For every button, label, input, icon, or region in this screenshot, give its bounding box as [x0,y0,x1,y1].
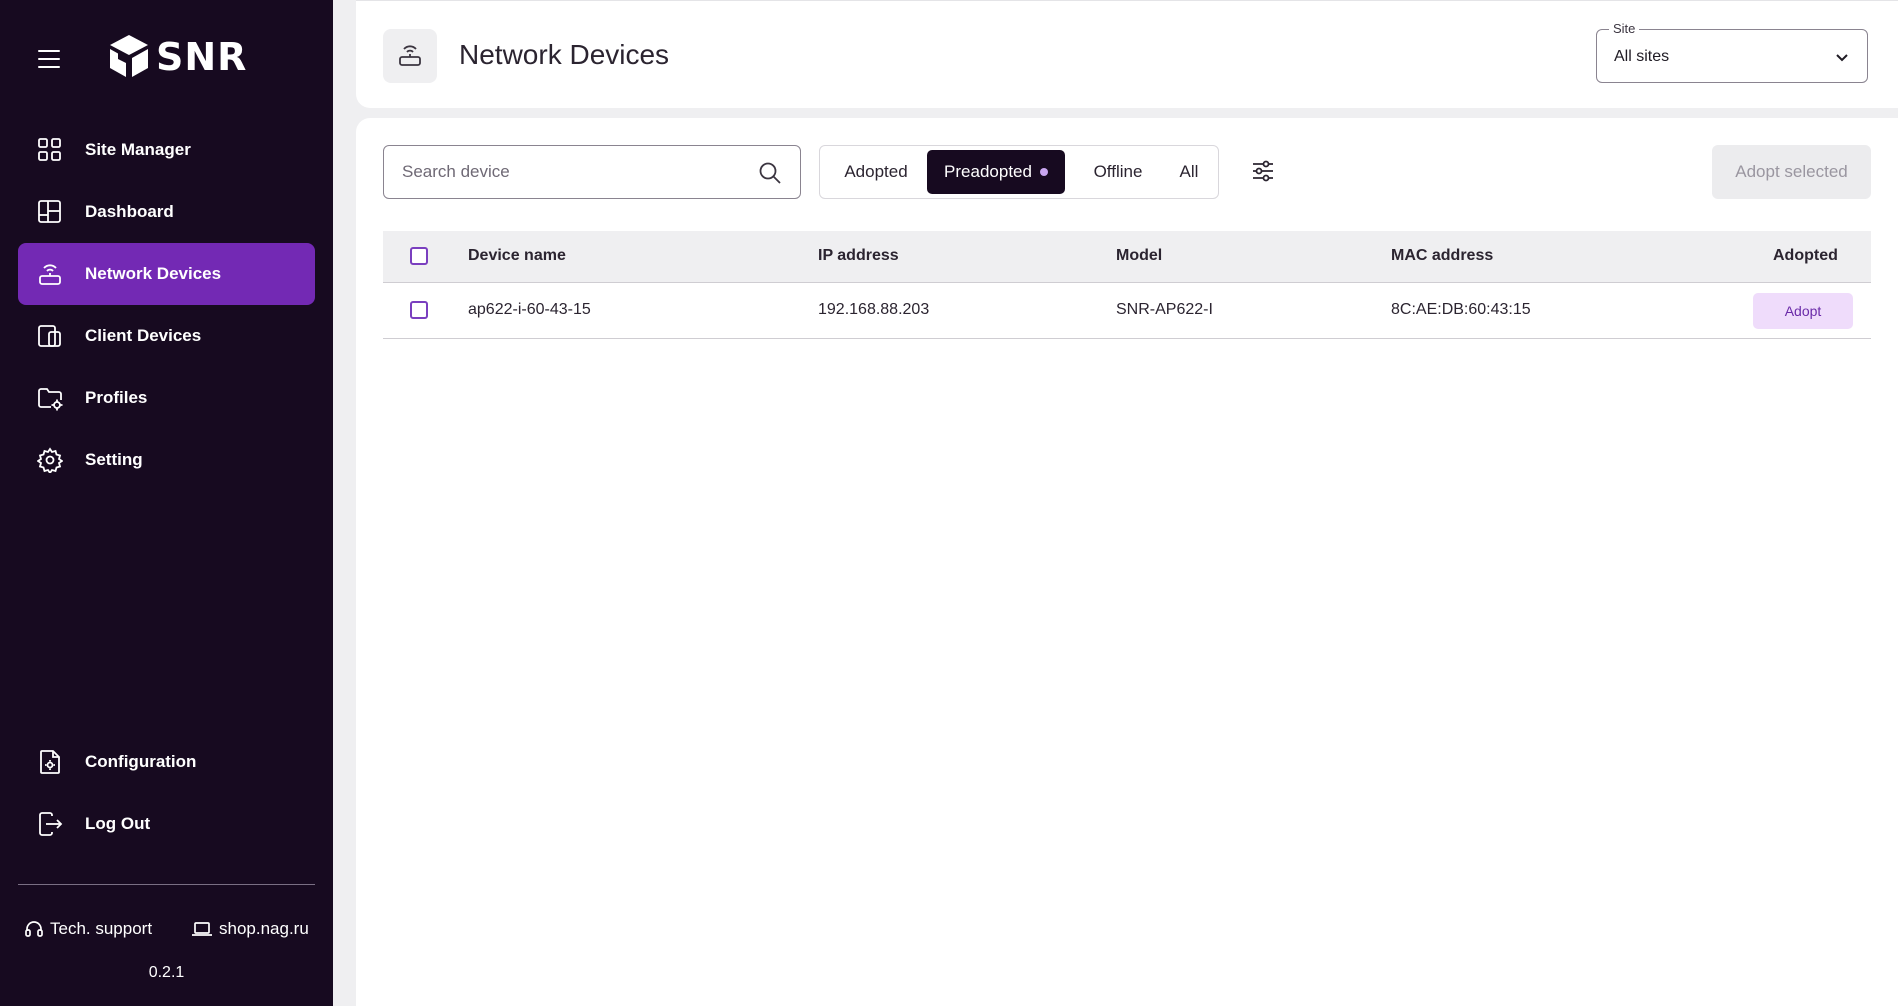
tech-support-label: Tech. support [50,919,153,938]
filter-tab-offline[interactable]: Offline [1070,150,1166,194]
router-icon [399,45,421,66]
sidebar-divider [18,884,315,885]
filter-tab-adopted[interactable]: Adopted [824,150,928,194]
gear-icon [37,447,63,473]
column-header-device-name[interactable]: Device name [468,247,566,265]
dashboard-icon [38,200,61,223]
folder-gear-icon [38,388,63,411]
site-select-label: Site [1609,21,1640,36]
devices-icon [38,325,61,347]
file-gear-icon [40,750,60,774]
snr-logo-icon [110,35,148,77]
adopt-selected-button[interactable]: Adopt selected [1712,145,1871,199]
grid-icon [38,138,61,161]
brand-name: SNR [156,35,248,79]
sidebar-item-client-devices[interactable]: Client Devices [18,305,315,367]
model-cell: SNR-AP622-I [1116,301,1213,318]
filter-settings-icon[interactable] [1250,158,1276,184]
column-header-ip-address[interactable]: IP address [818,247,899,265]
sidebar-item-network-devices[interactable]: Network Devices [18,243,315,305]
filter-tab-label: All [1179,162,1199,181]
site-select-value: All sites [1614,48,1670,65]
sidebar-item-label: Network Devices [85,264,222,283]
sidebar-item-label: Site Manager [85,140,191,159]
filter-tab-label: Offline [1093,162,1143,181]
column-header-model[interactable]: Model [1116,247,1162,265]
mac-address-cell: 8C:AE:DB:60:43:15 [1391,301,1531,318]
column-header-mac-address[interactable]: MAC address [1391,247,1493,265]
sidebar-item-dashboard[interactable]: Dashboard [18,181,315,243]
status-filter-tabs: Adopted Preadopted Offline All [819,145,1219,199]
site-select[interactable]: Site All sites [1596,21,1868,83]
laptop-icon [192,922,212,936]
search-box [383,145,801,199]
row-checkbox[interactable] [410,301,428,319]
filter-tab-all[interactable]: All [1164,150,1214,194]
tech-support-link[interactable]: Tech. support [24,917,152,941]
sidebar-item-configuration[interactable]: Configuration [18,731,315,793]
filter-tab-label: Preadopted [944,162,1032,181]
sidebar-item-label: Log Out [85,814,151,833]
page-header: Network Devices Site All sites [356,0,1898,108]
sidebar-item-label: Dashboard [85,202,174,221]
sidebar-item-profiles[interactable]: Profiles [18,367,315,429]
status-dot [1039,168,1048,176]
ip-address-cell: 192.168.88.203 [818,301,930,318]
page-title: Network Devices [459,39,670,70]
sidebar-item-label: Profiles [85,388,148,407]
shop-label: shop.nag.ru [219,919,309,938]
page-icon-box [383,29,437,83]
devices-panel: Adopted Preadopted Offline All Adopt sel… [356,118,1898,1006]
device-name-cell: ap622-i-60-43-15 [468,301,591,318]
search-input[interactable] [402,146,742,198]
filter-tab-preadopted[interactable]: Preadopted [927,150,1065,194]
select-all-checkbox[interactable] [410,247,428,265]
sidebar-item-log-out[interactable]: Log Out [18,793,315,855]
headset-icon [25,921,43,937]
search-icon[interactable] [758,161,782,185]
sidebar-header: SNR [0,0,333,115]
sidebar-item-label: Configuration [85,752,197,771]
filter-tab-label: Adopted [844,162,908,181]
menu-icon[interactable] [38,48,60,70]
logout-icon [39,812,63,836]
sidebar: SNR Site Manager Dashboard Network Devic… [0,0,333,1006]
sidebar-item-label: Setting [85,450,143,469]
table-header: Device name IP address Model MAC address… [383,231,1871,283]
table-row[interactable]: ap622-i-60-43-15 192.168.88.203 SNR-AP62… [383,284,1871,339]
brand-logo[interactable]: SNR [108,33,247,81]
app-version: 0.2.1 [148,964,185,981]
chevron-down-icon [1836,54,1848,62]
sidebar-item-site-manager[interactable]: Site Manager [18,119,315,181]
column-header-adopted[interactable]: Adopted [1773,247,1838,265]
adopt-button[interactable]: Adopt [1753,293,1853,329]
router-icon [39,264,61,285]
sidebar-item-label: Client Devices [85,326,202,345]
shop-link[interactable]: shop.nag.ru [191,917,309,941]
sidebar-item-setting[interactable]: Setting [18,429,315,491]
